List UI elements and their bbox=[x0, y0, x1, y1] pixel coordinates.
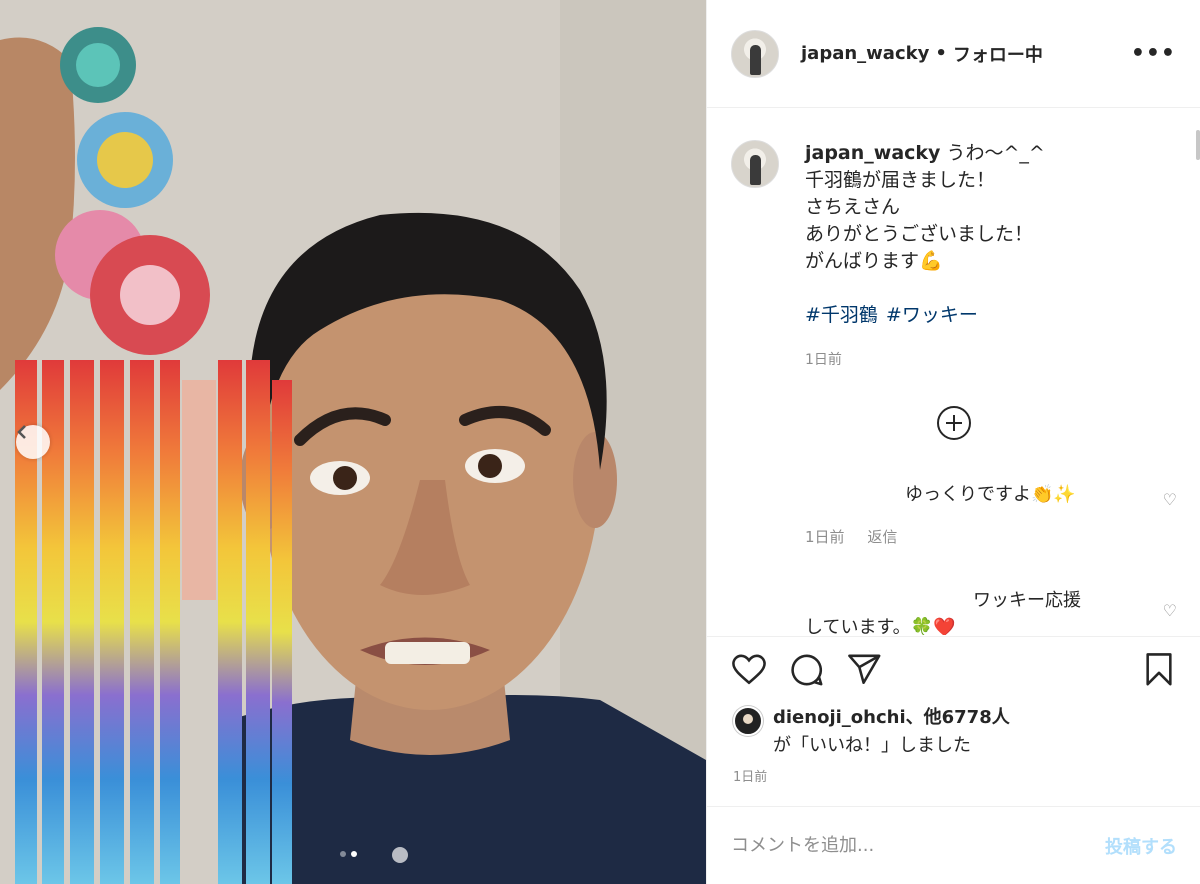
follow-status[interactable]: フォロー中 bbox=[953, 41, 1043, 67]
comment-like-icon[interactable]: ♡ bbox=[1163, 490, 1177, 509]
comment-time: 1日前 bbox=[805, 528, 845, 546]
post-comment-button[interactable]: 投稿する bbox=[1105, 833, 1177, 859]
carousel-dots bbox=[340, 851, 357, 857]
comment-input[interactable] bbox=[731, 835, 1105, 856]
photo-illustration bbox=[0, 0, 706, 884]
post-sidebar: japan_wacky • フォロー中 ••• japan_wacky うわ〜^_… bbox=[706, 0, 1200, 884]
hashtag-link[interactable]: #ワッキー bbox=[886, 304, 978, 326]
caption-line: ありがとうございました！ bbox=[805, 223, 1034, 245]
send-icon[interactable] bbox=[845, 650, 885, 690]
comments-scrollbar[interactable] bbox=[1196, 130, 1200, 160]
caption-line: がんばります💪 bbox=[805, 250, 943, 272]
bookmark-icon[interactable] bbox=[1139, 650, 1179, 690]
caption-line: 千羽鶴が届きました！ bbox=[805, 169, 996, 191]
more-horizontal-icon[interactable]: ••• bbox=[1131, 41, 1176, 66]
header-separator: • bbox=[935, 43, 947, 64]
comment-item: ワッキー応援 ♡ しています。🍀❤️ bbox=[805, 587, 1177, 635]
liker-avatar[interactable] bbox=[733, 706, 763, 736]
comments-section[interactable]: japan_wacky うわ〜^_^ 千羽鶴が届きました！ さちえさん ありがとう… bbox=[707, 108, 1200, 635]
likes-count[interactable]: 、他6778人 bbox=[906, 707, 1010, 728]
comment-item: ゆっくりですよ👏✨ ♡ 1日前 返信 bbox=[805, 480, 1177, 547]
carousel-prev-button[interactable] bbox=[16, 425, 50, 459]
load-more-comments-icon[interactable] bbox=[937, 406, 971, 440]
comment-composer: 投稿する bbox=[707, 806, 1200, 884]
caption-line: さちえさん bbox=[805, 196, 901, 218]
caption: japan_wacky うわ〜^_^ 千羽鶴が届きました！ さちえさん ありがとう… bbox=[731, 140, 1177, 374]
caption-line: うわ〜^_^ bbox=[946, 142, 1045, 164]
hashtag-link[interactable]: #千羽鶴 bbox=[805, 304, 878, 326]
caption-username[interactable]: japan_wacky bbox=[805, 142, 940, 164]
caption-avatar[interactable] bbox=[731, 140, 779, 188]
carousel-dot-active bbox=[351, 851, 357, 857]
carousel-dot bbox=[340, 851, 346, 857]
liker-username[interactable]: dienoji_ohchi bbox=[773, 707, 906, 728]
caption-time: 1日前 bbox=[805, 352, 842, 368]
post-timestamp: 1日前 bbox=[733, 770, 768, 785]
comment-text: ワッキー応援 bbox=[973, 590, 1081, 611]
reply-button[interactable]: 返信 bbox=[867, 528, 897, 546]
likes-suffix: が「いいね！」しました bbox=[773, 735, 971, 756]
comment-text: ゆっくりですよ👏✨ bbox=[905, 484, 1076, 505]
heart-icon[interactable] bbox=[729, 650, 769, 690]
avatar[interactable] bbox=[731, 29, 779, 78]
comment-text-continued: しています。🍀❤️ bbox=[805, 617, 956, 635]
comment-icon[interactable] bbox=[787, 650, 827, 690]
action-bar bbox=[707, 636, 1200, 702]
chevron-left-icon bbox=[17, 425, 26, 439]
post-photo bbox=[0, 0, 706, 884]
likes-summary: dienoji_ohchi、他6778人 が「いいね！」しました bbox=[733, 704, 1180, 760]
hashtags: #千羽鶴 #ワッキー bbox=[805, 302, 1045, 329]
header-username[interactable]: japan_wacky bbox=[801, 43, 929, 64]
comment-like-icon[interactable]: ♡ bbox=[1163, 597, 1177, 624]
post-header: japan_wacky • フォロー中 ••• bbox=[707, 0, 1200, 108]
